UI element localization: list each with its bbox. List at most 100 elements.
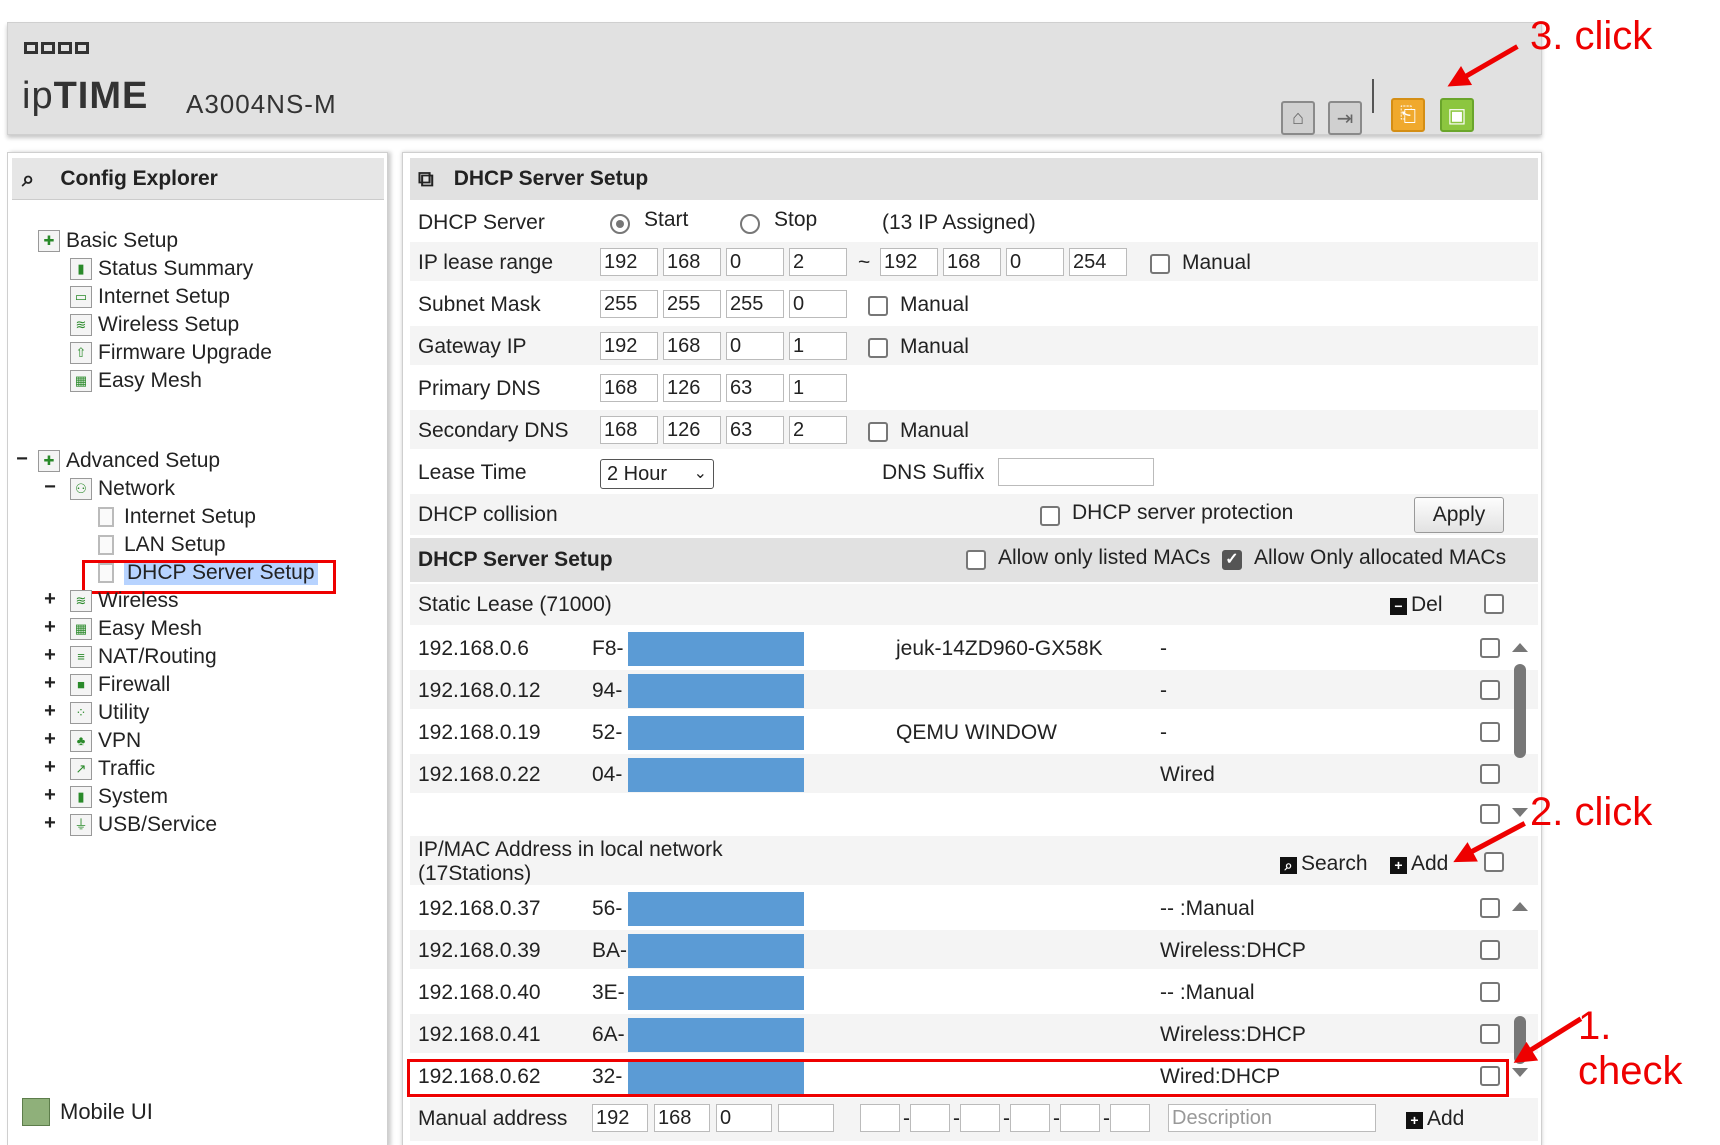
row-checkbox[interactable] <box>1480 638 1500 658</box>
row-checkbox[interactable] <box>1480 680 1500 700</box>
subnet-manual-checkbox[interactable] <box>868 296 888 316</box>
gateway-octet4[interactable]: 1 <box>789 332 847 360</box>
manual-ip-octet3[interactable]: 0 <box>716 1104 772 1132</box>
row-checkbox[interactable] <box>1480 722 1500 742</box>
apply-button[interactable]: Apply <box>1414 497 1504 533</box>
tree-usb-service[interactable]: ⏚ USB/Service <box>70 812 217 838</box>
restore-icon[interactable]: ⎗ <box>1391 98 1425 132</box>
allow-listed-macs-checkbox[interactable] <box>966 550 986 570</box>
mobile-ui-link[interactable]: Mobile UI <box>22 1098 153 1126</box>
gateway-octet3[interactable]: 0 <box>726 332 784 360</box>
tree-vpn[interactable]: ♣ VPN <box>70 728 141 754</box>
table-row[interactable]: 192.168.0.6 F8- jeuk-14ZD960-GX58K - <box>410 628 1538 668</box>
dhcp-protection-checkbox[interactable] <box>1040 506 1060 526</box>
del-button[interactable]: − Del <box>1390 593 1443 617</box>
row-checkbox[interactable] <box>1480 764 1500 784</box>
vpn-expand-toggle[interactable]: + <box>42 728 58 751</box>
manual-mac-part2[interactable] <box>910 1104 950 1132</box>
tree-network-internet-setup[interactable]: Internet Setup <box>98 504 256 530</box>
table-row[interactable]: 192.168.0.39 BA- Wireless:DHCP <box>410 930 1538 970</box>
tree-wireless[interactable]: ≋ Wireless <box>70 588 179 614</box>
table-row[interactable]: 192.168.0.19 52- QEMU WINDOW - <box>410 712 1538 752</box>
lease-end-octet1[interactable]: 192 <box>880 248 938 276</box>
secondary-dns-octet3[interactable]: 63 <box>726 416 784 444</box>
manual-ip-octet2[interactable]: 168 <box>654 1104 710 1132</box>
easy-mesh-expand-toggle[interactable]: + <box>42 616 58 639</box>
primary-dns-octet3[interactable]: 63 <box>726 374 784 402</box>
row-checkbox[interactable] <box>1480 804 1500 824</box>
scroll-up-icon[interactable] <box>1512 902 1528 911</box>
logout-icon[interactable]: ⇥ <box>1328 101 1362 135</box>
search-button[interactable]: ⌕ Search <box>1280 852 1368 876</box>
table-row[interactable]: 192.168.0.22 04- Wired <box>410 754 1538 794</box>
description-input[interactable]: Description <box>1168 1104 1376 1132</box>
tree-wireless-setup[interactable]: ≋ Wireless Setup <box>70 312 239 338</box>
local-network-select-all[interactable] <box>1484 852 1504 872</box>
row-checkbox[interactable] <box>1480 898 1500 918</box>
lease-end-octet4[interactable]: 254 <box>1069 248 1127 276</box>
primary-dns-octet4[interactable]: 1 <box>789 374 847 402</box>
manual-ip-octet1[interactable]: 192 <box>592 1104 648 1132</box>
allow-allocated-macs-checkbox[interactable]: ✓ <box>1222 550 1242 570</box>
scroll-up-icon[interactable] <box>1512 643 1528 652</box>
subnet-octet2[interactable]: 255 <box>663 290 721 318</box>
home-icon[interactable]: ⌂ <box>1281 101 1315 135</box>
lease-end-octet3[interactable]: 0 <box>1006 248 1064 276</box>
table-row[interactable]: 192.168.0.37 56- -- :Manual <box>410 888 1538 928</box>
row-checkbox[interactable] <box>1480 1024 1500 1044</box>
tree-system[interactable]: ▮ System <box>70 784 168 810</box>
primary-dns-octet2[interactable]: 126 <box>663 374 721 402</box>
row-checkbox[interactable] <box>1480 982 1500 1002</box>
secondary-dns-octet1[interactable]: 168 <box>600 416 658 444</box>
gateway-octet2[interactable]: 168 <box>663 332 721 360</box>
manual-mac-part4[interactable] <box>1010 1104 1050 1132</box>
tree-firewall[interactable]: ■ Firewall <box>70 672 170 698</box>
static-lease-select-all[interactable] <box>1484 594 1504 614</box>
tree-easy-mesh[interactable]: ▦ Easy Mesh <box>70 368 202 394</box>
tree-advanced-setup[interactable]: ✚ Advanced Setup <box>38 448 220 474</box>
traffic-expand-toggle[interactable]: + <box>42 756 58 779</box>
tree-utility[interactable]: ⁘ Utility <box>70 700 149 726</box>
tree-lan-setup[interactable]: LAN Setup <box>98 532 226 558</box>
dns-suffix-input[interactable] <box>998 458 1154 486</box>
manual-ip-octet4[interactable] <box>778 1104 834 1132</box>
scroll-down-icon[interactable] <box>1512 808 1528 817</box>
stop-radio[interactable] <box>740 214 760 234</box>
tree-basic-setup[interactable]: ✚ Basic Setup <box>38 228 178 254</box>
table-row[interactable]: 192.168.0.41 6A- Wireless:DHCP <box>410 1014 1538 1054</box>
lease-start-octet4[interactable]: 2 <box>789 248 847 276</box>
subnet-octet3[interactable]: 255 <box>726 290 784 318</box>
network-collapse-toggle[interactable]: − <box>42 476 58 499</box>
secondary-dns-octet4[interactable]: 2 <box>789 416 847 444</box>
row-checkbox[interactable] <box>1480 940 1500 960</box>
secondary-dns-octet2[interactable]: 126 <box>663 416 721 444</box>
table-row[interactable]: 192.168.0.12 94- - <box>410 670 1538 710</box>
manual-mac-part3[interactable] <box>960 1104 1000 1132</box>
system-expand-toggle[interactable]: + <box>42 784 58 807</box>
manual-mac-part5[interactable] <box>1060 1104 1100 1132</box>
tree-adv-easy-mesh[interactable]: ▦ Easy Mesh <box>70 616 202 642</box>
usb-expand-toggle[interactable]: + <box>42 812 58 835</box>
save-icon[interactable]: ▣ <box>1440 98 1474 132</box>
static-lease-scrollbar[interactable] <box>1514 664 1526 758</box>
nat-expand-toggle[interactable]: + <box>42 644 58 667</box>
tree-internet-setup[interactable]: ▭ Internet Setup <box>70 284 230 310</box>
subnet-octet4[interactable]: 0 <box>789 290 847 318</box>
table-row[interactable]: 192.168.0.40 3E- -- :Manual <box>410 972 1538 1012</box>
manual-mac-part6[interactable] <box>1110 1104 1150 1132</box>
subnet-octet1[interactable]: 255 <box>600 290 658 318</box>
firewall-expand-toggle[interactable]: + <box>42 672 58 695</box>
manual-add-button[interactable]: + Add <box>1406 1107 1464 1131</box>
tree-traffic[interactable]: ↗ Traffic <box>70 756 155 782</box>
lease-manual-checkbox[interactable] <box>1150 254 1170 274</box>
tree-status-summary[interactable]: ▮ Status Summary <box>70 256 253 282</box>
tree-firmware-upgrade[interactable]: ⇧ Firmware Upgrade <box>70 340 272 366</box>
gateway-octet1[interactable]: 192 <box>600 332 658 360</box>
gateway-manual-checkbox[interactable] <box>868 338 888 358</box>
manual-mac-part1[interactable] <box>860 1104 900 1132</box>
dns-manual-checkbox[interactable] <box>868 422 888 442</box>
lease-start-octet2[interactable]: 168 <box>663 248 721 276</box>
lease-end-octet2[interactable]: 168 <box>943 248 1001 276</box>
utility-expand-toggle[interactable]: + <box>42 700 58 723</box>
start-radio[interactable] <box>610 214 630 234</box>
